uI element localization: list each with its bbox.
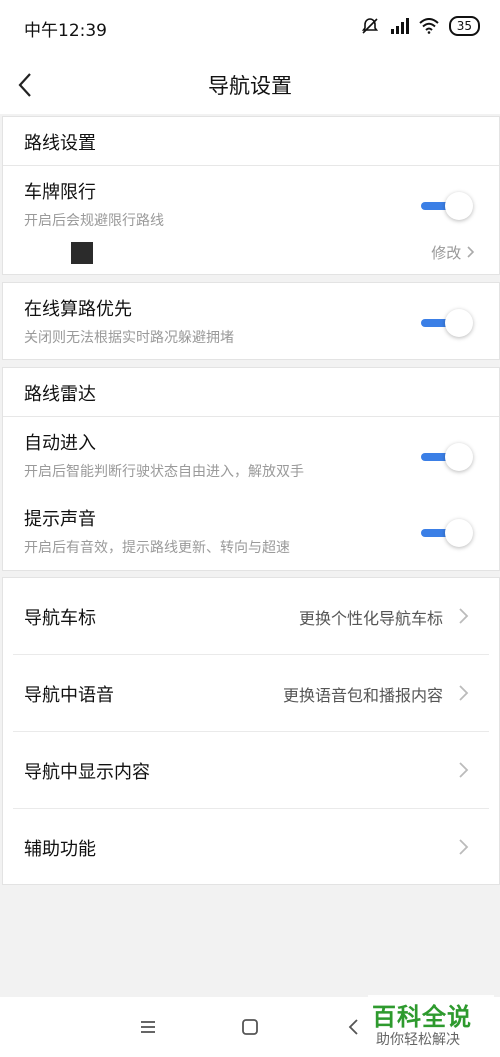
chevron-right-icon <box>459 685 469 701</box>
modify-link[interactable]: 修改 <box>431 242 475 263</box>
nav-accessibility-row[interactable]: 辅助功能 <box>13 809 489 885</box>
nav-options-card: 导航车标 更换个性化导航车标 导航中语音 更换语音包和播报内容 导航中显示内容 … <box>2 577 500 885</box>
battery-icon: 35 <box>448 16 480 36</box>
menu-icon <box>141 1021 155 1033</box>
list-item-title: 辅助功能 <box>24 839 96 860</box>
setting-subtitle: 开启后有音效，提示路线更新、转向与超速 <box>24 540 290 556</box>
online-priority-row: 在线算路优先 关闭则无法根据实时路况躲避拥堵 <box>3 283 499 359</box>
section-header-radar: 路线雷达 <box>3 368 499 417</box>
toggle-knob <box>445 192 473 220</box>
mute-icon <box>361 18 378 34</box>
chevron-right-icon <box>459 608 469 624</box>
section-header-route: 路线设置 <box>3 117 499 166</box>
nav-voice-row[interactable]: 导航中语音 更换语音包和播报内容 <box>13 655 489 732</box>
watermark-title: 百科全说 <box>372 1003 472 1031</box>
route-settings-card: 路线设置 车牌限行 开启后会规避限行路线 修改 <box>2 116 500 275</box>
list-item-title: 导航车标 <box>24 608 96 629</box>
setting-title: 提示声音 <box>24 509 96 530</box>
auto-enter-row: 自动进入 开启后智能判断行驶状态自由进入，解放双手 <box>3 417 499 493</box>
modify-label: 修改 <box>431 244 462 262</box>
setting-subtitle: 开启后智能判断行驶状态自由进入，解放双手 <box>24 464 304 480</box>
prompt-sound-toggle[interactable] <box>421 519 473 547</box>
watermark: 百科全说 助你轻松解决 <box>368 995 494 1055</box>
chevron-right-icon <box>459 839 469 855</box>
watermark-subtitle: 助你轻松解决 <box>376 1032 460 1048</box>
setting-subtitle: 开启后会规避限行路线 <box>24 213 164 229</box>
online-priority-toggle[interactable] <box>421 309 473 337</box>
status-time: 中午12:39 <box>24 21 107 41</box>
chevron-right-icon <box>467 246 475 258</box>
section-title: 路线设置 <box>24 133 96 154</box>
status-bar: 中午12:39 35 <box>0 0 500 56</box>
home-icon <box>242 1019 258 1035</box>
setting-title: 在线算路优先 <box>24 299 132 320</box>
chevron-right-icon <box>459 762 469 778</box>
plate-number-redacted <box>71 242 93 264</box>
nav-car-icon-row[interactable]: 导航车标 更换个性化导航车标 <box>13 578 489 655</box>
plate-number-row: 修改 <box>3 242 499 274</box>
list-item-desc: 更换个性化导航车标 <box>298 609 443 628</box>
system-back-button[interactable] <box>342 1015 366 1039</box>
nav-display-content-row[interactable]: 导航中显示内容 <box>13 732 489 809</box>
setting-title: 车牌限行 <box>24 182 96 203</box>
route-radar-card: 路线雷达 自动进入 开启后智能判断行驶状态自由进入，解放双手 提示声音 开启后有… <box>2 367 500 571</box>
section-title: 路线雷达 <box>24 384 96 405</box>
plate-limit-toggle[interactable] <box>421 192 473 220</box>
online-priority-card: 在线算路优先 关闭则无法根据实时路况躲避拥堵 <box>2 282 500 360</box>
home-button[interactable] <box>238 1015 262 1039</box>
nav-header: 导航设置 <box>0 56 500 114</box>
toggle-knob <box>445 519 473 547</box>
auto-enter-toggle[interactable] <box>421 443 473 471</box>
wifi-icon <box>419 18 439 34</box>
toggle-knob <box>445 443 473 471</box>
list-item-title: 导航中显示内容 <box>24 762 150 783</box>
list-item-desc: 更换语音包和播报内容 <box>282 686 443 705</box>
page-title: 导航设置 <box>208 74 292 98</box>
back-icon <box>348 1019 358 1035</box>
plate-limit-row: 车牌限行 开启后会规避限行路线 <box>3 166 499 242</box>
hd-signal-icon <box>390 18 409 34</box>
list-item-title: 导航中语音 <box>24 685 114 706</box>
setting-subtitle: 关闭则无法根据实时路况躲避拥堵 <box>24 330 234 346</box>
menu-button[interactable] <box>136 1015 160 1039</box>
setting-title: 自动进入 <box>24 433 96 454</box>
prompt-sound-row: 提示声音 开启后有音效，提示路线更新、转向与超速 <box>3 493 499 569</box>
status-icons: 35 <box>361 16 480 36</box>
toggle-knob <box>445 309 473 337</box>
